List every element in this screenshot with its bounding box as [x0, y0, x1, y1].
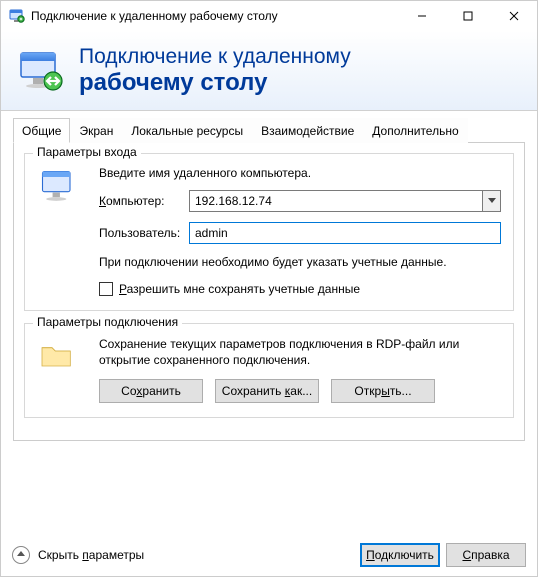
- connection-hint: Сохранение текущих параметров подключени…: [99, 336, 501, 368]
- tab-display[interactable]: Экран: [70, 118, 122, 143]
- help-button[interactable]: Справка: [446, 543, 526, 567]
- remember-checkbox[interactable]: [99, 282, 113, 296]
- tab-local-resources[interactable]: Локальные ресурсы: [122, 118, 252, 143]
- titlebar: Подключение к удаленному рабочему столу: [1, 1, 537, 31]
- footer: Скрыть параметры Подключить Справка: [12, 543, 526, 567]
- login-hint: При подключении необходимо будет указать…: [99, 254, 501, 270]
- tab-advanced[interactable]: Дополнительно: [363, 118, 467, 143]
- login-prompt: Введите имя удаленного компьютера.: [99, 166, 501, 180]
- computer-icon: [37, 166, 85, 296]
- login-group: Параметры входа Введите имя удаленного к…: [24, 153, 514, 311]
- computer-label: Компьютер:: [99, 194, 189, 208]
- minimize-button[interactable]: [399, 1, 445, 31]
- maximize-button[interactable]: [445, 1, 491, 31]
- banner-line2: рабочему столу: [79, 69, 351, 97]
- open-button[interactable]: Открыть...: [331, 379, 435, 403]
- banner: Подключение к удаленному рабочему столу: [1, 31, 537, 111]
- connection-group: Параметры подключения Сохранение текущих…: [24, 323, 514, 417]
- save-as-button[interactable]: Сохранить как...: [215, 379, 319, 403]
- computer-input[interactable]: [189, 190, 483, 212]
- remember-label: Разрешить мне сохранять учетные данные: [119, 282, 360, 296]
- rdp-icon: [17, 47, 65, 95]
- tab-general[interactable]: Общие: [13, 118, 70, 143]
- app-icon: [9, 8, 25, 24]
- computer-dropdown-button[interactable]: [483, 190, 501, 212]
- connection-group-title: Параметры подключения: [33, 315, 182, 329]
- user-input[interactable]: [189, 222, 501, 244]
- save-button[interactable]: Сохранить: [99, 379, 203, 403]
- close-button[interactable]: [491, 1, 537, 31]
- banner-line1: Подключение к удаленному: [79, 45, 351, 69]
- titlebar-buttons: [399, 1, 537, 31]
- tab-panel-general: Параметры входа Введите имя удаленного к…: [13, 143, 525, 441]
- tab-experience[interactable]: Взаимодействие: [252, 118, 363, 143]
- banner-text: Подключение к удаленному рабочему столу: [79, 45, 351, 97]
- connect-button[interactable]: Подключить: [360, 543, 440, 567]
- user-label: Пользователь:: [99, 226, 189, 240]
- collapse-chevron-icon[interactable]: [12, 546, 30, 564]
- folder-icon: [37, 336, 85, 402]
- hide-params-link[interactable]: Скрыть параметры: [38, 548, 144, 562]
- login-group-title: Параметры входа: [33, 145, 141, 159]
- tabs: Общие Экран Локальные ресурсы Взаимодейс…: [13, 117, 525, 143]
- window-title: Подключение к удаленному рабочему столу: [31, 9, 399, 23]
